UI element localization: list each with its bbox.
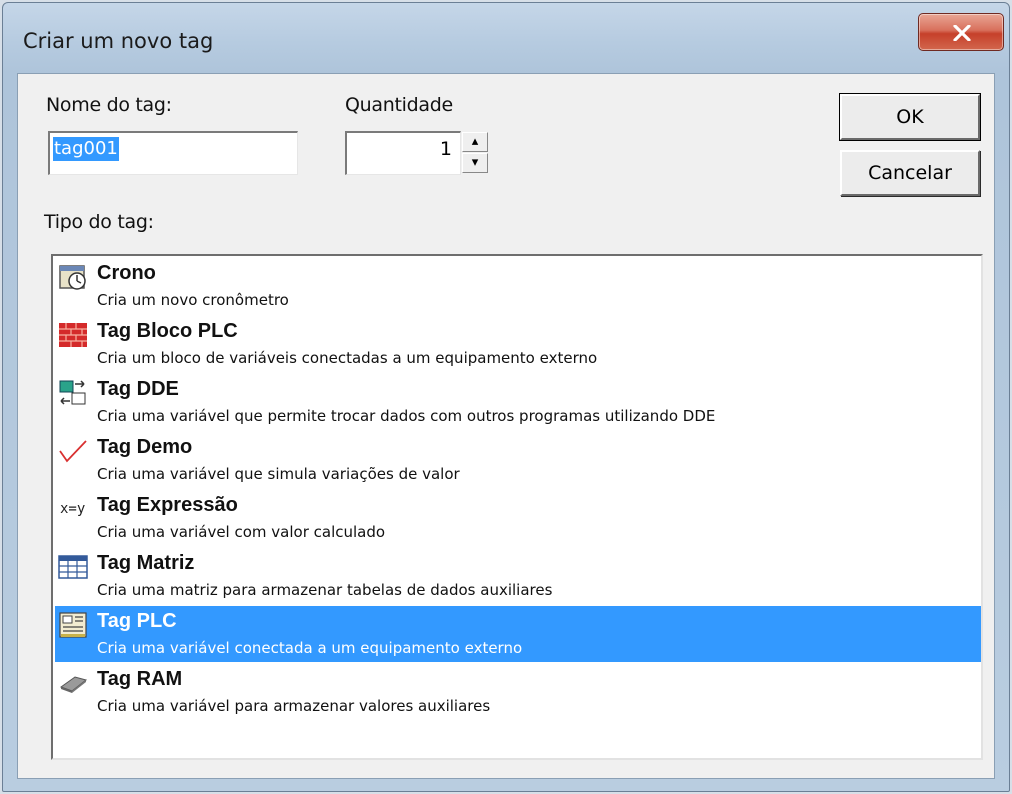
tag-type-label: Tipo do tag: [44,211,154,233]
item-name: Tag Bloco PLC [97,320,238,342]
expression-icon-text: x=y [60,501,86,517]
expression-icon: x=y [58,495,90,523]
stopwatch-icon [58,263,90,291]
item-name: Tag PLC [97,610,177,632]
close-icon [953,25,971,41]
list-item-selected[interactable]: Tag PLC Cria uma variável conectada a um… [55,606,981,662]
grid-icon [58,553,90,581]
arrow-down-icon: ▾ [471,154,479,169]
list-item[interactable]: Tag RAM Cria uma variável para armazenar… [55,664,981,720]
item-name: Tag DDE [97,378,179,400]
quantity-label: Quantidade [345,94,453,116]
item-name: Tag Expressão [97,494,238,516]
list-item[interactable]: Tag Matriz Cria uma matriz para armazena… [55,548,981,604]
item-description: Cria um bloco de variáveis conectadas a … [97,349,598,367]
item-description: Cria uma variável para armazenar valores… [97,697,491,715]
close-button[interactable] [918,13,1004,51]
list-item[interactable]: Tag Bloco PLC Cria um bloco de variáveis… [55,316,981,372]
cancel-button[interactable]: Cancelar [840,150,980,196]
tag-name-input[interactable]: tag001 [48,131,298,175]
item-description: Cria uma matriz para armazenar tabelas d… [97,581,553,599]
brick-icon [58,321,90,349]
quantity-input[interactable]: 1 [345,131,461,175]
quantity-value: 1 [439,138,452,160]
list-item[interactable]: Crono Cria um novo cronômetro [55,258,981,314]
checkmark-icon [58,437,90,465]
dialog-window: Criar um novo tag Nome do tag: tag001 Qu… [2,2,1010,792]
item-name: Tag Matriz [97,552,195,574]
list-item[interactable]: x=y Tag Expressão Cria uma variável com … [55,490,981,546]
title-bar[interactable]: Criar um novo tag [3,3,1009,73]
memory-icon [58,669,90,697]
quantity-increment-button[interactable]: ▴ [462,132,488,152]
item-description: Cria uma variável conectada a um equipam… [97,639,523,657]
item-name: Crono [97,262,156,284]
item-description: Cria uma variável com valor calculado [97,523,386,541]
plc-icon [58,611,90,639]
tag-name-label: Nome do tag: [46,94,172,116]
tag-name-value: tag001 [53,137,119,161]
item-description: Cria uma variável que permite trocar dad… [97,407,716,425]
dde-icon [58,379,90,407]
list-item[interactable]: Tag DDE Cria uma variável que permite tr… [55,374,981,430]
item-name: Tag RAM [97,668,183,690]
item-description: Cria um novo cronômetro [97,291,289,309]
ok-button[interactable]: OK [839,93,981,141]
tag-type-list[interactable]: Crono Cria um novo cronômetro Tag Bloco … [51,254,983,760]
list-item[interactable]: Tag Demo Cria uma variável que simula va… [55,432,981,488]
window-title: Criar um novo tag [23,29,214,53]
item-name: Tag Demo [97,436,193,458]
arrow-up-icon: ▴ [471,133,479,148]
item-description: Cria uma variável que simula variações d… [97,465,460,483]
dialog-client-area: Nome do tag: tag001 Quantidade 1 ▴ ▾ OK … [17,73,995,779]
quantity-decrement-button[interactable]: ▾ [462,153,488,173]
